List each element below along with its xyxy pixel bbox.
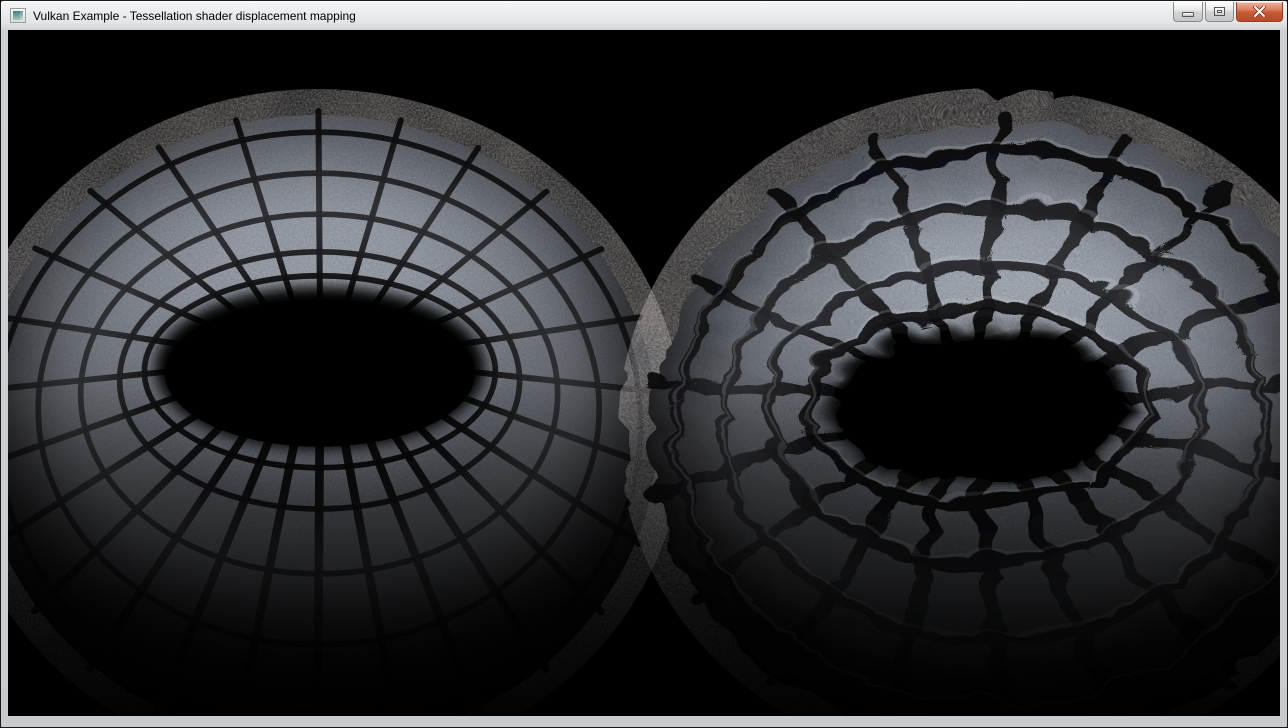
close-icon bbox=[1253, 6, 1266, 17]
scene-svg bbox=[8, 30, 1280, 716]
titlebar[interactable]: Vulkan Example - Tessellation shader dis… bbox=[1, 1, 1287, 30]
maximize-icon bbox=[1214, 7, 1225, 16]
minimize-button[interactable] bbox=[1173, 2, 1203, 22]
vulkan-example-window: Vulkan Example - Tessellation shader dis… bbox=[0, 0, 1288, 728]
close-button[interactable] bbox=[1236, 2, 1283, 22]
window-controls bbox=[1173, 2, 1283, 22]
vignette-overlay bbox=[8, 30, 1280, 716]
app-icon-pane bbox=[13, 11, 20, 20]
app-icon[interactable] bbox=[10, 8, 26, 23]
app-icon-pane bbox=[20, 11, 23, 20]
render-viewport[interactable] bbox=[8, 30, 1280, 716]
window-title: Vulkan Example - Tessellation shader dis… bbox=[33, 9, 356, 23]
minimize-icon bbox=[1182, 12, 1194, 17]
maximize-button[interactable] bbox=[1205, 2, 1234, 22]
